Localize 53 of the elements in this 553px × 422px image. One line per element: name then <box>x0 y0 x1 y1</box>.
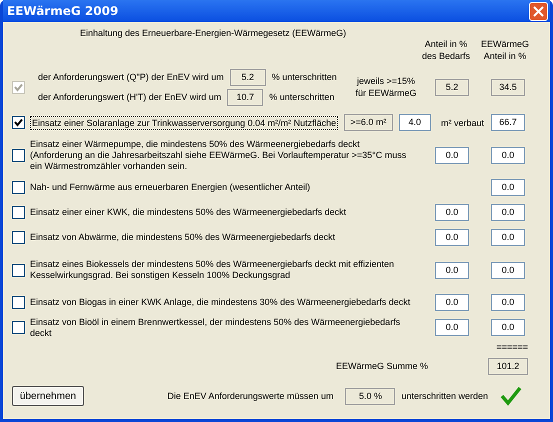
share-field[interactable]: 0.0 <box>435 294 469 311</box>
share-field[interactable]: 0.0 <box>435 262 469 278</box>
area-input[interactable]: 4.0 <box>398 114 431 131</box>
section-heading: Einhaltung des Erneuerbare-Energien-Wärmegesetz (EEWärmeG) <box>79 28 348 38</box>
checkbox[interactable] <box>12 181 25 194</box>
sum-rule: ====== <box>496 342 528 354</box>
checkbox-label: Einsatz einer Solaranlage zur Trinkwasserversorgung 0.04 m²/m² Nutzfläche <box>30 116 338 130</box>
requirement-field: >=6.0 m² <box>344 114 393 131</box>
requirement-text: Die EnEV Anforderungswerte müssen um <box>167 391 334 401</box>
unit-label: % unterschritten <box>272 72 337 82</box>
eewaermeg-field[interactable]: 0.0 <box>491 146 525 164</box>
checkbox[interactable] <box>12 116 25 129</box>
checkbox-label: Einsatz eines Biokessels der mindestens 50% des Wärmeenergiebarfs deckt mit effizienten Kesselwirkungsgrad. Bei sonstigen Kesseln 100% Deckungsgrad <box>30 259 396 281</box>
close-icon <box>533 6 544 16</box>
checkbox-label: Einsatz von Bioöl in einem Brennwertkessel, der mindestens 50% des Wärmeenergiebedarfs deckt <box>30 316 402 338</box>
checkbox[interactable] <box>12 321 25 334</box>
checkbox[interactable] <box>12 296 25 309</box>
checkbox-label: Einsatz einer einer KWK, die mindestens 50% des Wärmeenergiebedarfs deckt <box>30 207 348 218</box>
column-header: EEWärmeG Anteil in % <box>481 38 529 62</box>
checkbox[interactable] <box>12 231 25 244</box>
share-field[interactable]: 0.0 <box>435 204 469 221</box>
requirement-text: unterschritten werden <box>401 391 488 401</box>
eewaermeg-field[interactable]: 0.0 <box>491 204 525 221</box>
checkbox-label: Nah- und Fernwärme aus erneuerbaren Energien (wesentlicher Anteil) <box>30 182 312 193</box>
share-field[interactable]: 0.0 <box>435 146 469 164</box>
sum-field: 101.2 <box>488 358 528 374</box>
apply-button[interactable]: übernehmen <box>12 386 84 406</box>
eewaermeg-field[interactable]: 0.0 <box>491 294 525 311</box>
checkbox[interactable] <box>12 148 25 162</box>
checkbox-label: Einsatz einer Wärmepumpe, die mindestens 50% des Wärmeenergiebedarfs deckt (Anforderung an die Jahresarbeitszahl siehe EEWärmeG. Bei Vorlauftemperatur >=35°C muss ein Wärmestromzähler vorhanden sein. <box>30 138 408 172</box>
value-field: 5.2 <box>230 68 266 86</box>
checkbox-label: Einsatz von Abwärme, die mindestens 50% des Wärmeenergiebedarfs deckt <box>30 232 336 243</box>
eewaermeg-field[interactable]: 0.0 <box>491 319 525 336</box>
checkbox[interactable] <box>12 206 25 219</box>
eewaermeg-field[interactable]: 0.0 <box>491 262 525 278</box>
column-header: Anteil in % des Bedarfs <box>420 38 472 62</box>
window-title: EEWärmeG 2009 <box>7 4 118 18</box>
eewaermeg-field[interactable]: 66.7 <box>491 114 525 131</box>
eewaermeg-field[interactable]: 0.0 <box>491 179 525 196</box>
value-field: 10.7 <box>227 88 264 106</box>
unit-label: m² verbaut <box>440 118 484 128</box>
requirement-field: 5.0 % <box>345 388 396 404</box>
checkbox[interactable] <box>12 264 25 276</box>
sum-label: EEWärmeG Summe % <box>336 361 428 371</box>
close-button[interactable] <box>529 2 548 20</box>
requirement-label: der Anforderungswert (Q"P) der EnEV wird um <box>38 72 224 82</box>
eewaermeg-field[interactable]: 0.0 <box>491 229 525 246</box>
unit-label: % unterschritten <box>269 92 334 102</box>
share-field[interactable]: 0.0 <box>435 229 469 246</box>
requirement-label: der Anforderungswert (H'T) der EnEV wird um <box>38 92 222 102</box>
note-text: jeweils >=15% für EEWärmeG <box>354 75 418 99</box>
share-field[interactable]: 0.0 <box>435 319 469 336</box>
checkbox-label: Einsatz von Biogas in einer KWK Anlage, die mindestens 30% des Wärmeenergiebedarfs deckt <box>30 297 412 308</box>
